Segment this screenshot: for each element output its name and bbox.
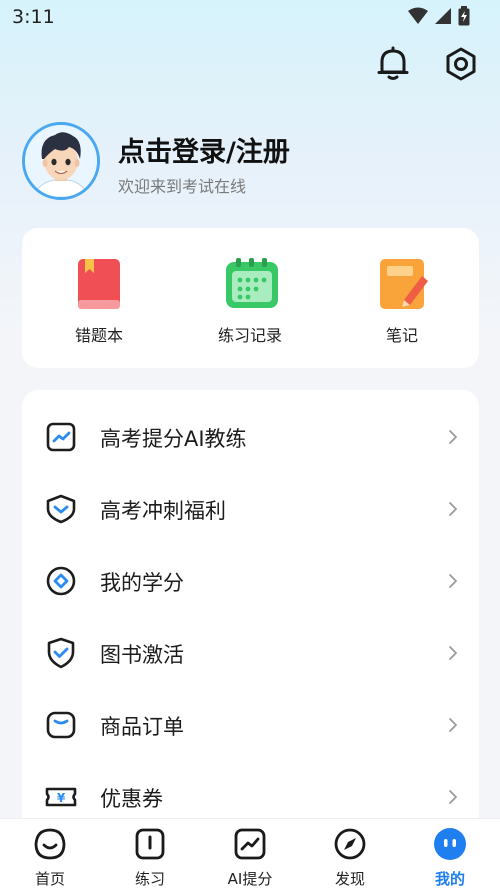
menu-item-my-credits[interactable]: 我的学分 bbox=[22, 545, 479, 617]
status-bar: 3:11 bbox=[0, 0, 500, 34]
tab-label: 发现 bbox=[334, 870, 365, 888]
tab-label: 首页 bbox=[34, 870, 65, 888]
tab-label: 我的 bbox=[434, 870, 465, 888]
bell-icon bbox=[377, 46, 409, 80]
menu-item-ai-coach[interactable]: 高考提分AI教练 bbox=[22, 401, 479, 473]
menu-label: 我的学分 bbox=[100, 571, 184, 595]
menu-card: 高考提分AI教练 高考冲刺福利 我的学分 图书激活 商品订单 ¥ 优惠券 bbox=[22, 390, 479, 840]
home-smile-icon bbox=[34, 828, 66, 860]
practice-icon bbox=[135, 828, 165, 860]
tab-label: 练习 bbox=[134, 870, 165, 888]
order-box-icon bbox=[46, 711, 76, 739]
chevron-right-icon bbox=[449, 646, 457, 660]
svg-text:¥: ¥ bbox=[57, 791, 66, 805]
signal-icon bbox=[435, 8, 451, 24]
tool-wrong-questions[interactable]: 错题本 bbox=[49, 256, 149, 346]
credit-coin-icon bbox=[46, 566, 76, 596]
chevron-right-icon bbox=[449, 790, 457, 804]
login-title[interactable]: 点击登录/注册 bbox=[118, 130, 290, 169]
tool-notes[interactable]: 笔记 bbox=[352, 256, 452, 346]
menu-label: 高考提分AI教练 bbox=[100, 427, 247, 451]
tools-card: 错题本 练习记录 笔记 bbox=[22, 228, 479, 368]
notification-button[interactable] bbox=[373, 44, 413, 84]
bottom-tab-bar: 首页 练习 AI提分 发现 我的 bbox=[0, 818, 500, 889]
trend-chart-icon bbox=[46, 422, 76, 452]
chevron-right-icon bbox=[449, 502, 457, 516]
green-calendar-icon bbox=[224, 256, 278, 312]
status-icons bbox=[408, 6, 470, 26]
tool-label: 错题本 bbox=[74, 326, 123, 345]
tool-label: 练习记录 bbox=[217, 326, 282, 345]
avatar[interactable] bbox=[22, 122, 100, 200]
tool-practice-records[interactable]: 练习记录 bbox=[200, 256, 300, 346]
tab-ai-boost[interactable]: AI提分 bbox=[200, 819, 300, 889]
orange-notebook-icon bbox=[376, 256, 428, 312]
menu-item-orders[interactable]: 商品订单 bbox=[22, 689, 479, 761]
menu-label: 商品订单 bbox=[100, 715, 184, 739]
coupon-icon: ¥ bbox=[45, 787, 77, 807]
settings-icon bbox=[446, 47, 476, 81]
red-book-icon bbox=[73, 256, 125, 312]
gift-shield-icon bbox=[46, 494, 76, 524]
tab-practice[interactable]: 练习 bbox=[100, 819, 200, 889]
compass-icon bbox=[334, 828, 366, 860]
menu-item-book-activation[interactable]: 图书激活 bbox=[22, 617, 479, 689]
avatar-illustration bbox=[25, 125, 97, 197]
ai-chart-icon bbox=[234, 828, 266, 860]
chevron-right-icon bbox=[449, 430, 457, 444]
status-time: 3:11 bbox=[12, 6, 55, 28]
chevron-right-icon bbox=[449, 718, 457, 732]
menu-item-sprint-benefits[interactable]: 高考冲刺福利 bbox=[22, 473, 479, 545]
settings-button[interactable] bbox=[441, 44, 481, 84]
check-shield-icon bbox=[47, 637, 75, 669]
tab-discover[interactable]: 发现 bbox=[300, 819, 400, 889]
menu-label: 高考冲刺福利 bbox=[100, 499, 226, 523]
profile-dots-icon bbox=[434, 828, 466, 860]
menu-label: 优惠券 bbox=[100, 787, 163, 811]
login-subtitle: 欢迎来到考试在线 bbox=[118, 177, 247, 196]
menu-label: 图书激活 bbox=[100, 643, 184, 667]
tab-label: AI提分 bbox=[227, 870, 273, 888]
tab-home[interactable]: 首页 bbox=[0, 819, 100, 889]
chevron-right-icon bbox=[449, 574, 457, 588]
tab-mine[interactable]: 我的 bbox=[400, 819, 500, 889]
wifi-icon bbox=[408, 7, 428, 24]
battery-icon bbox=[458, 6, 470, 26]
tool-label: 笔记 bbox=[385, 326, 418, 345]
